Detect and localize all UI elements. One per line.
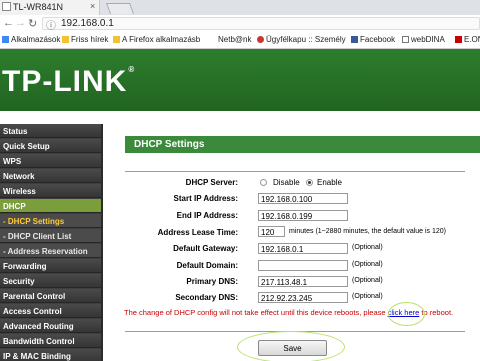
start-ip-label: Start IP Address: bbox=[173, 194, 238, 203]
site-info-icon[interactable]: ⓘ bbox=[46, 17, 56, 32]
enable-label: Enable bbox=[317, 178, 342, 187]
bookmark-label: A Firefox alkalmazásb bbox=[122, 35, 201, 44]
facebook-icon bbox=[351, 36, 358, 43]
start-ip-input[interactable]: 192.168.0.100 bbox=[258, 193, 348, 204]
end-ip-label: End IP Address: bbox=[176, 211, 238, 220]
dhcp-server-label: DHCP Server: bbox=[185, 178, 238, 187]
bookmark-label: E.ON bbox=[464, 35, 480, 44]
back-arrow-icon[interactable]: ← bbox=[3, 17, 14, 29]
tp-link-logo: TP-LINK® bbox=[2, 65, 135, 99]
bookmark-label: Ügyfélkapu :: Személy bbox=[266, 35, 346, 44]
page-title: DHCP Settings bbox=[125, 136, 480, 153]
logo-text: TP-LINK bbox=[2, 65, 128, 98]
bookmark-facebook[interactable]: Facebook bbox=[351, 35, 395, 44]
secondary-dns-label: Secondary DNS: bbox=[175, 293, 238, 302]
bookmark-label: Netb@nk bbox=[218, 35, 252, 44]
lease-time-note: minutes (1~2880 minutes, the default val… bbox=[289, 228, 447, 235]
browser-tab[interactable]: TL-WR841N × bbox=[0, 0, 100, 15]
browser-tab-bar: TL-WR841N × bbox=[0, 0, 480, 15]
default-domain-input[interactable] bbox=[258, 260, 348, 271]
sidebar-item-status[interactable]: Status bbox=[0, 124, 101, 138]
primary-dns-input[interactable]: 217.113.48.1 bbox=[258, 276, 348, 287]
bookmark-label: Friss hírek bbox=[71, 35, 109, 44]
warning-text: The change of DHCP config will not take … bbox=[124, 308, 386, 317]
reload-icon[interactable]: ↻ bbox=[28, 17, 37, 30]
bookmark-item[interactable]: webDINA bbox=[402, 35, 445, 44]
optional-note: (Optional) bbox=[352, 293, 383, 300]
bookmark-apps[interactable]: Alkalmazások bbox=[2, 35, 60, 44]
bookmark-icon bbox=[257, 36, 264, 43]
warning-text-end: to reboot. bbox=[421, 308, 454, 317]
bookmark-icon bbox=[455, 36, 462, 43]
highlight-circle bbox=[237, 331, 345, 361]
enable-radio[interactable] bbox=[306, 179, 313, 186]
bookmark-item[interactable]: A Firefox alkalmazásb bbox=[113, 35, 200, 44]
bookmark-icon bbox=[62, 36, 69, 43]
bookmark-label: webDINA bbox=[411, 35, 445, 44]
disable-label: Disable bbox=[273, 178, 300, 187]
tab-title: TL-WR841N bbox=[13, 2, 64, 12]
optional-note: (Optional) bbox=[352, 277, 383, 284]
bookmark-label: Alkalmazások bbox=[11, 35, 61, 44]
bookmark-item[interactable]: E.ON bbox=[455, 35, 480, 44]
sidebar-item-advanced-routing[interactable]: Advanced Routing bbox=[0, 319, 101, 333]
lease-time-input[interactable]: 120 bbox=[258, 226, 285, 237]
sidebar-item-wps[interactable]: WPS bbox=[0, 154, 101, 168]
bookmark-item[interactable]: Ügyfélkapu :: Személy bbox=[257, 35, 346, 44]
primary-dns-label: Primary DNS: bbox=[186, 277, 238, 286]
apps-grid-icon bbox=[2, 36, 9, 43]
page-favicon-icon bbox=[2, 2, 11, 11]
url-text: 192.168.0.1 bbox=[61, 18, 114, 29]
bookmark-item[interactable]: Netb@nk bbox=[218, 35, 251, 44]
lease-time-label: Address Lease Time: bbox=[157, 228, 238, 237]
sidebar-item-bandwidth-control[interactable]: Bandwidth Control bbox=[0, 334, 101, 348]
close-tab-icon[interactable]: × bbox=[90, 1, 95, 11]
address-bar-row: ← → ↻ ⓘ 192.168.0.1 bbox=[0, 15, 480, 32]
header-divider bbox=[0, 111, 480, 124]
page-icon bbox=[402, 36, 409, 43]
registered-mark: ® bbox=[128, 65, 136, 74]
bookmark-label: Facebook bbox=[360, 35, 396, 44]
bookmark-icon bbox=[113, 36, 120, 43]
divider bbox=[125, 171, 465, 172]
end-ip-input[interactable]: 192.168.0.199 bbox=[258, 210, 348, 221]
sidebar-menu: Status Quick Setup WPS Network Wireless … bbox=[0, 124, 101, 361]
sidebar-item-quick-setup[interactable]: Quick Setup bbox=[0, 139, 101, 153]
bookmarks-bar: Alkalmazások Friss hírek A Firefox alkal… bbox=[0, 32, 480, 49]
disable-radio[interactable] bbox=[260, 179, 267, 186]
dhcp-settings-panel: DHCP Settings DHCP Server: Disable Enabl… bbox=[103, 124, 480, 361]
default-gateway-label: Default Gateway: bbox=[173, 244, 238, 253]
secondary-dns-input[interactable]: 212.92.23.245 bbox=[258, 292, 348, 303]
sidebar-item-ip-mac-binding[interactable]: IP & MAC Binding bbox=[0, 349, 101, 361]
forward-arrow-icon[interactable]: → bbox=[15, 17, 26, 29]
url-field[interactable]: ⓘ 192.168.0.1 bbox=[42, 17, 480, 32]
new-tab-button[interactable] bbox=[105, 3, 135, 14]
default-domain-label: Default Domain: bbox=[176, 261, 238, 270]
optional-note: (Optional) bbox=[352, 261, 383, 268]
sidebar-item-access-control[interactable]: Access Control bbox=[0, 304, 101, 318]
highlight-circle bbox=[388, 302, 425, 326]
optional-note: (Optional) bbox=[352, 244, 383, 251]
default-gateway-input[interactable]: 192.168.0.1 bbox=[258, 243, 348, 254]
bookmark-item[interactable]: Friss hírek bbox=[62, 35, 108, 44]
